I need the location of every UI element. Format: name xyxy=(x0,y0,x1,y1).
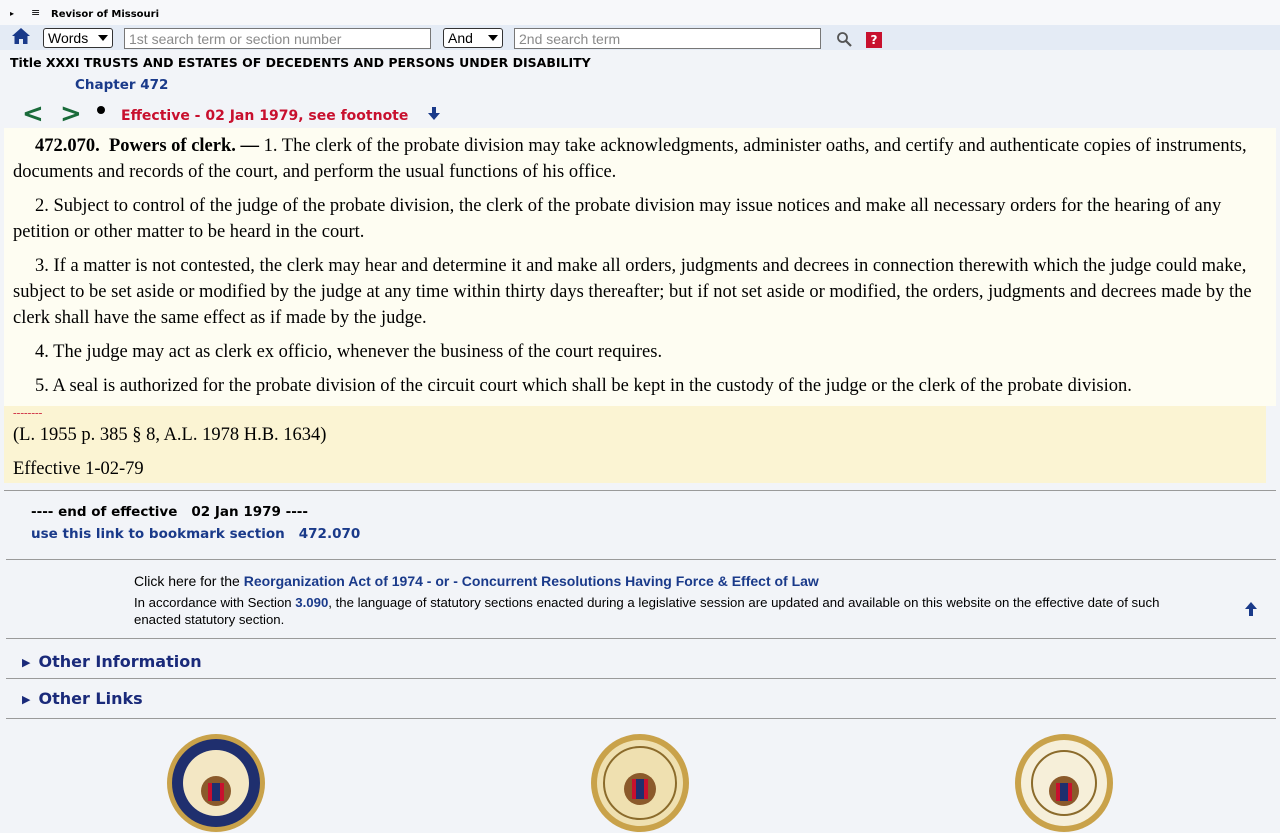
section-heading: Powers of clerk. — xyxy=(109,136,260,156)
top-bar: ▸ ≡ Revisor of Missouri xyxy=(0,0,1280,25)
end-of-effective-date: 02 Jan 1979 ---- xyxy=(191,504,309,520)
search-term-2-input[interactable] xyxy=(514,28,821,49)
help-icon[interactable]: ? xyxy=(866,32,882,48)
other-information-toggle[interactable]: ▶ Other Information xyxy=(22,652,202,671)
bookmark-link[interactable]: use this link to bookmark section 472.070 xyxy=(31,526,360,542)
triangle-right-icon: ▶ xyxy=(22,693,31,706)
search-icon[interactable] xyxy=(836,31,852,47)
search-mode-value: Words xyxy=(48,30,89,46)
bookmark-label: use this link to bookmark section xyxy=(31,526,285,542)
reorganization-act-link[interactable]: Reorganization Act of 1974 - or - Concur… xyxy=(244,573,819,589)
reorganization-prefix: Click here for the xyxy=(134,573,244,589)
page-title: Title XXXI TRUSTS AND ESTATES OF DECEDEN… xyxy=(10,55,591,70)
search-operator-value: And xyxy=(448,30,473,46)
other-links-toggle[interactable]: ▶ Other Links xyxy=(22,689,143,708)
arrow-down-icon[interactable] xyxy=(426,106,442,122)
section-paragraph-3: 3. If a matter is not contested, the cle… xyxy=(13,256,1252,328)
history-source: (L. 1955 p. 385 § 8, A.L. 1978 H.B. 1634… xyxy=(13,425,327,445)
menu-icon[interactable]: ≡ xyxy=(31,6,40,19)
state-of-missouri-seal-icon[interactable] xyxy=(590,733,690,833)
missouri-house-seal-icon[interactable] xyxy=(1014,733,1114,833)
home-icon[interactable] xyxy=(11,26,31,46)
reorganization-note: Click here for the Reorganization Act of… xyxy=(134,573,819,589)
search-operator-select[interactable]: And xyxy=(443,28,503,48)
chevron-down-icon xyxy=(488,35,498,41)
effective-footnote-link[interactable]: Effective - 02 Jan 1979, see footnote xyxy=(121,108,408,124)
other-links-label: Other Links xyxy=(38,689,143,708)
search-bar: Words And ? xyxy=(0,25,1280,50)
section-3090-link[interactable]: 3.090 xyxy=(295,595,328,610)
section-paragraph-1: 472.070. Powers of clerk. — 1. The clerk… xyxy=(13,133,1271,185)
triangle-right-icon: ▶ xyxy=(22,656,31,669)
chevron-down-icon xyxy=(98,35,108,41)
section-text: 472.070. Powers of clerk. — 1. The clerk… xyxy=(4,128,1276,406)
accordance-note: In accordance with Section 3.090, the la… xyxy=(134,594,1164,628)
chapter-link[interactable]: Chapter 472 xyxy=(75,77,168,93)
previous-section-button[interactable]: < xyxy=(22,99,44,129)
history-effective-date: Effective 1-02-79 xyxy=(13,459,144,479)
search-term-1-input[interactable] xyxy=(124,28,431,49)
bullet-icon xyxy=(97,106,105,114)
divider xyxy=(6,678,1276,679)
arrow-up-icon[interactable] xyxy=(1243,601,1259,617)
next-section-button[interactable]: > xyxy=(60,99,82,129)
section-paragraph-2: 2. Subject to control of the judge of th… xyxy=(13,196,1222,242)
expand-toggle-icon[interactable]: ▸ xyxy=(10,9,14,18)
divider xyxy=(4,490,1276,491)
divider xyxy=(6,559,1276,560)
section-paragraph-5: 5. A seal is authorized for the probate … xyxy=(35,376,1132,396)
end-of-effective-label: ---- end of effective xyxy=(31,504,178,520)
divider xyxy=(6,638,1276,639)
history-divider: -------- xyxy=(13,407,43,419)
site-brand[interactable]: Revisor of Missouri xyxy=(51,9,159,20)
other-information-label: Other Information xyxy=(38,652,202,671)
history-block: -------- (L. 1955 p. 385 § 8, A.L. 1978 … xyxy=(4,406,1266,483)
end-of-effective: ---- end of effective 02 Jan 1979 ---- xyxy=(31,504,308,520)
search-mode-select[interactable]: Words xyxy=(43,28,113,48)
section-paragraph-4: 4. The judge may act as clerk ex officio… xyxy=(35,342,663,362)
missouri-senate-seal-icon[interactable] xyxy=(166,733,266,833)
bookmark-section-number: 472.070 xyxy=(298,526,361,542)
divider xyxy=(6,718,1276,719)
accordance-prefix: In accordance with Section xyxy=(134,595,296,610)
section-number: 472.070. xyxy=(35,136,100,156)
